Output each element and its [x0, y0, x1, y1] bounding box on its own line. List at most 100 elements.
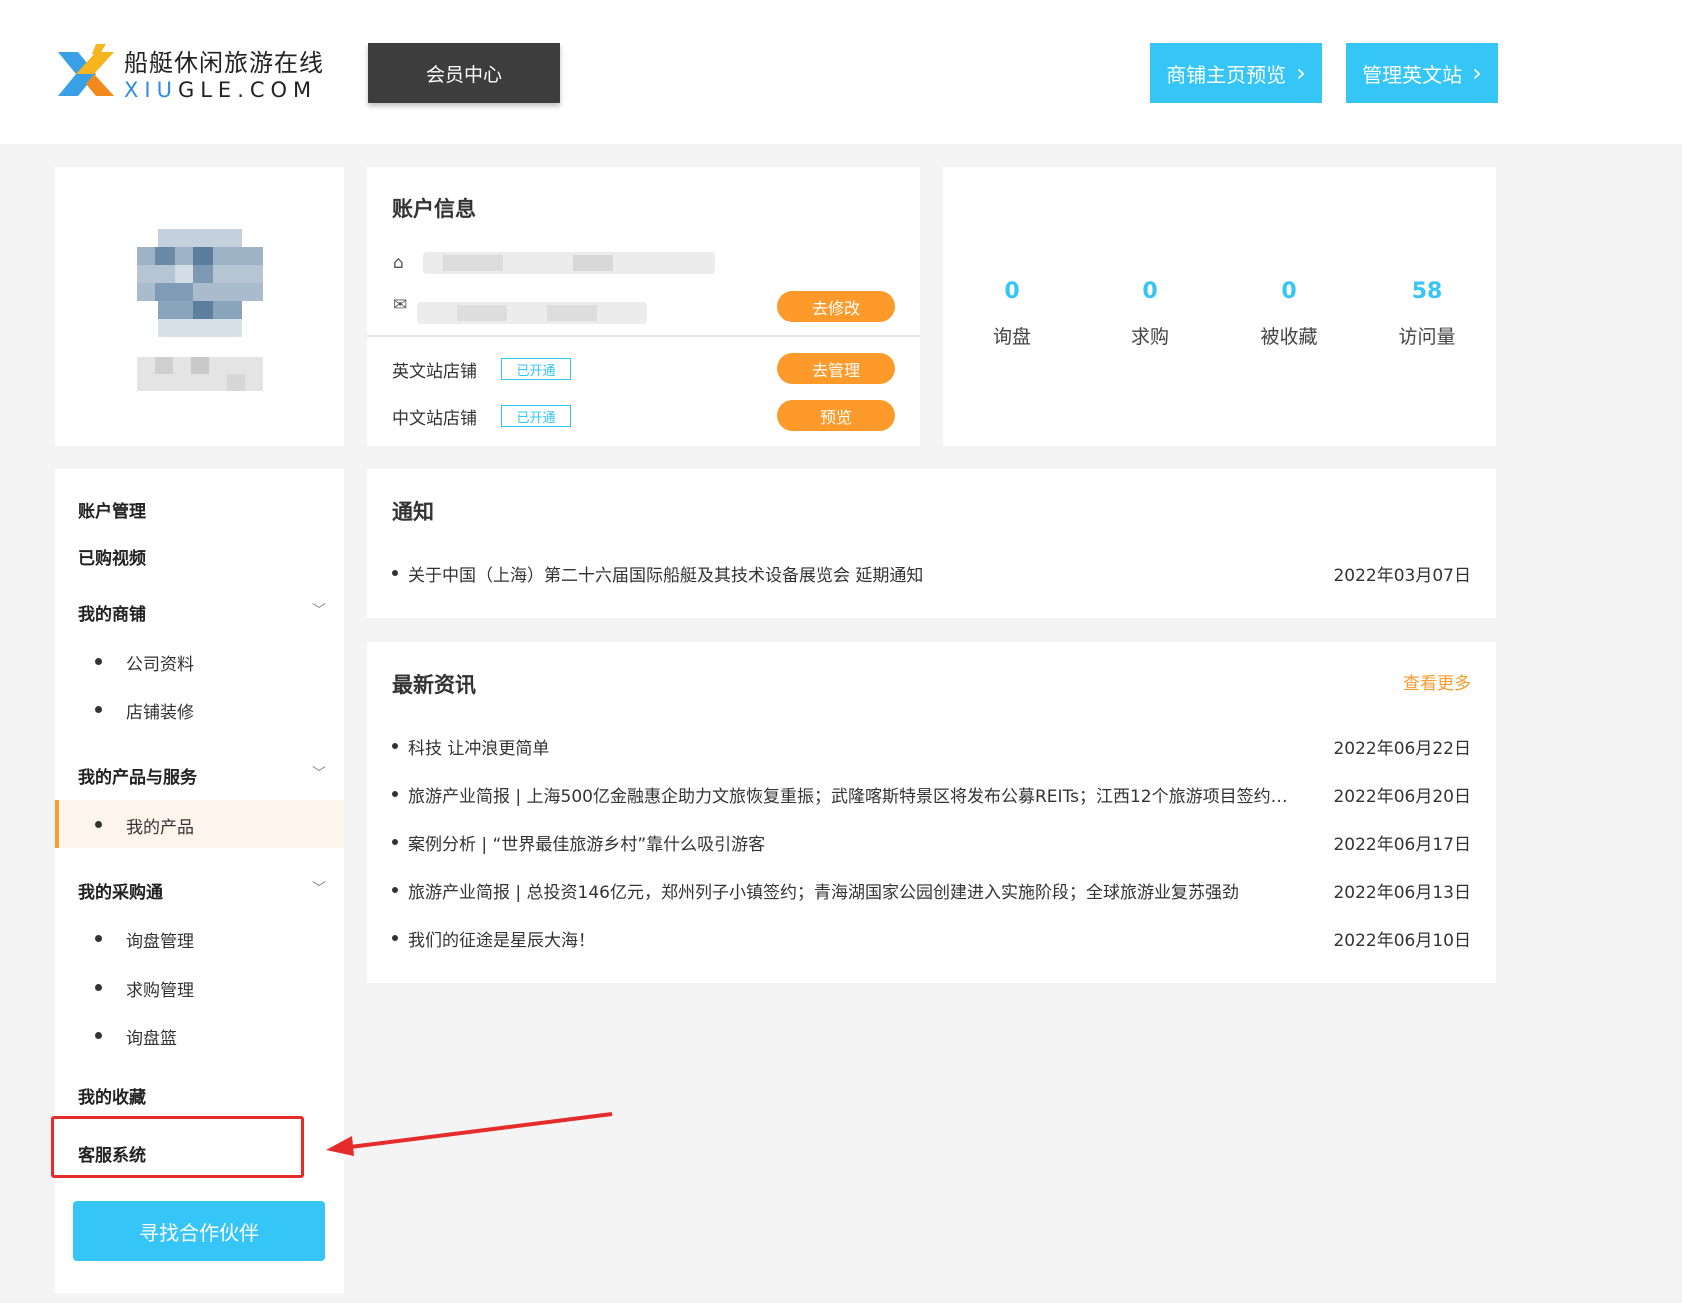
news-item-date: 2022年06月10日 — [1333, 931, 1471, 951]
sidebar-item-purchased-videos[interactable]: 已购视频 — [78, 544, 146, 569]
sidebar-item-label: 我的产品 — [126, 818, 194, 838]
manage-store-button[interactable]: 去管理 — [777, 353, 895, 384]
news-card: 最新资讯 查看更多 科技 让冲浪更简单 2022年06月22日 旅游产业简报 |… — [367, 642, 1496, 983]
view-more-link[interactable]: 查看更多 — [1403, 669, 1471, 694]
stat-label: 访问量 — [1398, 326, 1456, 348]
divider — [367, 335, 920, 337]
news-item-date: 2022年06月20日 — [1333, 787, 1471, 807]
bullet — [392, 791, 398, 797]
mail-icon: ✉ — [393, 295, 408, 315]
store-preview-label: 商铺主页预览 — [1166, 62, 1287, 87]
list-item[interactable]: 科技 让冲浪更简单 2022年06月22日 — [392, 734, 1471, 759]
stat-favorited[interactable]: 0 被收藏 — [1239, 279, 1339, 349]
bullet — [392, 743, 398, 749]
stat-label: 询盘 — [992, 326, 1031, 348]
sidebar-item-store-decoration[interactable]: 店铺装修 — [55, 685, 344, 733]
news-item-date: 2022年06月17日 — [1333, 835, 1471, 855]
account-info-title: 账户信息 — [392, 197, 476, 221]
top-header: 船艇休闲旅游在线 XIUGLE.COM 会员中心 商铺主页预览 › 管理英文站 › — [0, 0, 1682, 144]
list-item[interactable]: 关于中国（上海）第二十六届国际船艇及其技术设备展览会 延期通知 2022年03月… — [392, 561, 1471, 586]
news-item-title[interactable]: 我们的征途是星辰大海！ — [408, 926, 1298, 951]
notice-card: 通知 关于中国（上海）第二十六届国际船艇及其技术设备展览会 延期通知 2022年… — [367, 469, 1496, 618]
member-center-button[interactable]: 会员中心 — [368, 43, 560, 103]
chevron-down-icon[interactable]: ﹀ — [312, 600, 326, 620]
news-item-date: 2022年06月13日 — [1333, 883, 1471, 903]
sidebar-item-label: 询盘篮 — [126, 1029, 177, 1049]
find-partner-button[interactable]: 寻找合作伙伴 — [73, 1201, 325, 1261]
username-blurred — [137, 357, 263, 391]
avatar[interactable] — [137, 229, 263, 337]
english-store-label: 英文站店铺 — [392, 362, 477, 382]
stat-label: 被收藏 — [1260, 326, 1318, 348]
news-item-date: 2022年06月22日 — [1333, 739, 1471, 759]
notice-item-title[interactable]: 关于中国（上海）第二十六届国际船艇及其技术设备展览会 延期通知 — [408, 561, 1298, 586]
bullet — [392, 935, 398, 941]
sidebar-item-purchase-manage[interactable]: 求购管理 — [55, 963, 344, 1011]
account-info-card: 账户信息 ⌂ ✉ 去修改 英文站店铺 已开通 去管理 中文站店铺 已开通 预览 — [367, 167, 920, 446]
edit-account-button[interactable]: 去修改 — [777, 291, 895, 322]
list-item[interactable]: 我们的征途是星辰大海！ 2022年06月10日 — [392, 926, 1471, 951]
bullet — [95, 821, 102, 828]
logo-icon[interactable] — [56, 40, 118, 106]
stat-value: 58 — [1411, 279, 1443, 304]
active-indicator — [55, 800, 59, 848]
sidebar-item-label: 公司资料 — [126, 655, 194, 675]
stat-value: 0 — [1142, 279, 1158, 304]
stat-label: 求购 — [1130, 326, 1169, 348]
logo-text-en: XIUGLE.COM — [124, 78, 317, 102]
company-name-blurred — [423, 252, 715, 274]
annotation-arrow-icon — [326, 1112, 613, 1156]
bullet — [95, 1032, 102, 1039]
sidebar-item-my-purchasing[interactable]: 我的采购通 — [78, 878, 163, 903]
bullet — [95, 935, 102, 942]
sidebar-item-products-services[interactable]: 我的产品与服务 — [78, 763, 197, 788]
news-item-title[interactable]: 科技 让冲浪更简单 — [408, 734, 1298, 759]
bullet — [392, 887, 398, 893]
bullet — [95, 658, 102, 665]
list-item[interactable]: 旅游产业简报 | 总投资146亿元，郑州列子小镇签约；青海湖国家公园创建进入实施… — [392, 878, 1471, 903]
chinese-store-label: 中文站店铺 — [392, 409, 477, 429]
chevron-down-icon[interactable]: ﹀ — [312, 763, 326, 783]
stat-value: 0 — [1281, 279, 1297, 304]
english-store-status-badge: 已开通 — [501, 358, 571, 380]
logo-text-en-rest: GLE.COM — [177, 78, 318, 102]
stat-visits[interactable]: 58 访问量 — [1377, 279, 1477, 349]
bullet — [95, 706, 102, 713]
chevron-down-icon[interactable]: ﹀ — [312, 878, 326, 898]
manage-english-site-button[interactable]: 管理英文站 › — [1346, 43, 1498, 103]
bullet — [392, 570, 398, 576]
sidebar-item-label: 询盘管理 — [126, 932, 194, 952]
logo-text-en-highlight: XIU — [124, 78, 178, 102]
avatar-card — [55, 167, 344, 446]
news-item-title[interactable]: 旅游产业简报 | 上海500亿金融惠企助力文旅恢复重振；武隆喀斯特景区将发布公募… — [408, 782, 1298, 807]
news-item-title[interactable]: 案例分析 | “世界最佳旅游乡村”靠什么吸引游客 — [408, 830, 1298, 855]
sidebar-item-my-favorites[interactable]: 我的收藏 — [78, 1083, 146, 1108]
store-preview-button[interactable]: 商铺主页预览 › — [1150, 43, 1322, 103]
sidebar-item-label: 店铺装修 — [126, 703, 194, 723]
sidebar-item-inquiry-basket[interactable]: 询盘篮 — [55, 1011, 344, 1059]
manage-english-site-label: 管理英文站 — [1362, 62, 1463, 87]
sidebar-item-my-store[interactable]: 我的商铺 — [78, 600, 146, 625]
news-item-title[interactable]: 旅游产业简报 | 总投资146亿元，郑州列子小镇签约；青海湖国家公园创建进入实施… — [408, 878, 1298, 903]
news-title: 最新资讯 — [392, 673, 476, 697]
chevron-right-icon: › — [1472, 59, 1482, 87]
sidebar-item-inquiry-manage[interactable]: 询盘管理 — [55, 914, 344, 962]
sidebar-item-label: 求购管理 — [126, 981, 194, 1001]
highlight-box — [51, 1116, 304, 1178]
preview-store-button[interactable]: 预览 — [777, 400, 895, 431]
logo-text-cn: 船艇休闲旅游在线 — [124, 49, 324, 77]
stat-purchase-requests[interactable]: 0 求购 — [1100, 279, 1200, 349]
stat-value: 0 — [1004, 279, 1020, 304]
list-item[interactable]: 旅游产业简报 | 上海500亿金融惠企助力文旅恢复重振；武隆喀斯特景区将发布公募… — [392, 782, 1471, 807]
building-icon: ⌂ — [393, 253, 404, 273]
notice-title: 通知 — [392, 500, 434, 524]
sidebar-item-my-products[interactable]: 我的产品 — [55, 800, 344, 848]
stats-card: 0 询盘 0 求购 0 被收藏 58 访问量 — [943, 167, 1496, 446]
list-item[interactable]: 案例分析 | “世界最佳旅游乡村”靠什么吸引游客 2022年06月17日 — [392, 830, 1471, 855]
sidebar-item-company-info[interactable]: 公司资料 — [55, 637, 344, 685]
chinese-store-status-badge: 已开通 — [501, 405, 571, 427]
bullet — [95, 984, 102, 991]
stat-inquiries[interactable]: 0 询盘 — [962, 279, 1062, 349]
sidebar-item-account-manage[interactable]: 账户管理 — [78, 497, 146, 522]
bullet — [392, 839, 398, 845]
